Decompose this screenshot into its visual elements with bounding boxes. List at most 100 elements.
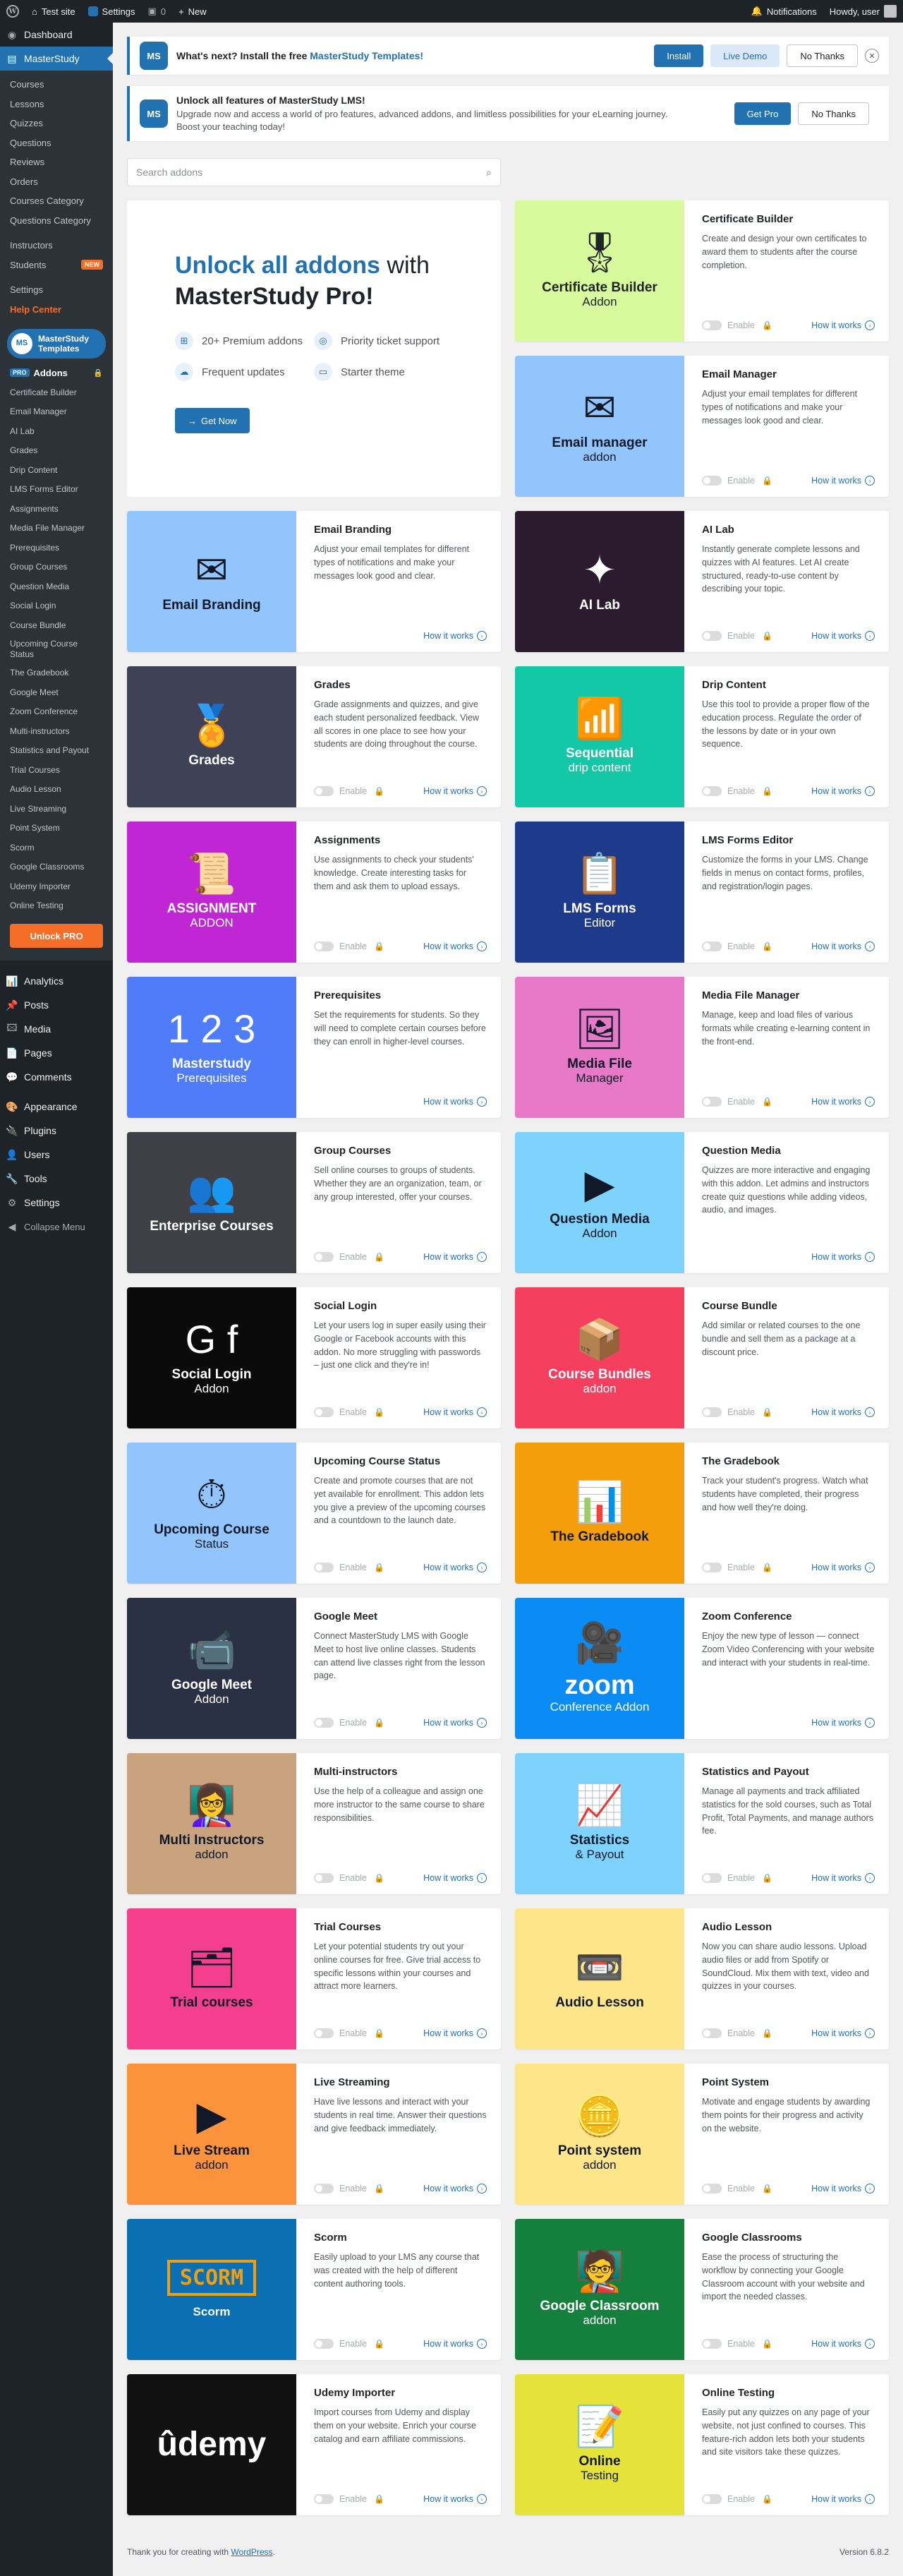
enable-toggle[interactable] (702, 1097, 722, 1107)
how-it-works-link[interactable]: How it works › (811, 941, 875, 951)
enable-toggle[interactable] (314, 1563, 334, 1572)
how-it-works-link[interactable]: How it works › (423, 786, 487, 796)
sidebar-item-orders[interactable]: Orders (0, 172, 113, 192)
how-it-works-link[interactable]: How it works › (811, 320, 875, 330)
sidebar-item-point-system[interactable]: Point System (0, 819, 113, 838)
sidebar-item-online-testing[interactable]: Online Testing (0, 896, 113, 916)
unlock-pro-button[interactable]: Unlock PRO (10, 924, 103, 948)
sidebar-item-statistics-and-payout[interactable]: Statistics and Payout (0, 741, 113, 761)
sidebar-item-email-manager[interactable]: Email Manager (0, 402, 113, 422)
get-pro-button[interactable]: Get Pro (734, 102, 792, 125)
sidebar-item-group-courses[interactable]: Group Courses (0, 558, 113, 577)
comments-link[interactable]: ▣ 0 (142, 0, 173, 23)
wordpress-link[interactable]: WordPress (231, 2547, 272, 2557)
sidebar-item-masterstudy[interactable]: ▤ MasterStudy (0, 47, 113, 71)
how-it-works-link[interactable]: How it works › (811, 631, 875, 641)
settings-link[interactable]: Settings (82, 0, 142, 23)
sidebar-item-prerequisites[interactable]: Prerequisites (0, 538, 113, 558)
sidebar-item-questions-category[interactable]: Questions Category (0, 211, 113, 231)
how-it-works-link[interactable]: How it works › (423, 941, 487, 951)
how-it-works-link[interactable]: How it works › (811, 1718, 875, 1728)
sidebar-item-posts[interactable]: 📌 Posts (0, 993, 113, 1017)
how-it-works-link[interactable]: How it works › (811, 786, 875, 796)
sidebar-item-settings[interactable]: Settings (0, 280, 113, 300)
notifications-link[interactable]: 🔔 Notifications (745, 0, 823, 23)
sidebar-item-questions[interactable]: Questions (0, 133, 113, 153)
collapse-menu-button[interactable]: ◀ Collapse Menu (0, 1215, 113, 1239)
enable-toggle[interactable] (702, 476, 722, 486)
how-it-works-link[interactable]: How it works › (423, 1097, 487, 1107)
how-it-works-link[interactable]: How it works › (423, 2184, 487, 2193)
sidebar-item-pages[interactable]: 📄 Pages (0, 1041, 113, 1065)
templates-link[interactable]: MasterStudy Templates! (310, 50, 423, 61)
sidebar-item-dashboard[interactable]: ◉ Dashboard (0, 23, 113, 47)
how-it-works-link[interactable]: How it works › (811, 1097, 875, 1107)
sidebar-item-appearance[interactable]: 🎨 Appearance (0, 1095, 113, 1119)
how-it-works-link[interactable]: How it works › (811, 1407, 875, 1417)
enable-toggle[interactable] (702, 786, 722, 796)
sidebar-item-media[interactable]: 🖾 Media (0, 1017, 113, 1041)
no-thanks-button[interactable]: No Thanks (787, 44, 858, 67)
enable-toggle[interactable] (314, 2028, 334, 2038)
enable-toggle[interactable] (314, 786, 334, 796)
site-name-link[interactable]: ⌂ Test site (25, 0, 82, 23)
enable-toggle[interactable] (314, 941, 334, 951)
how-it-works-link[interactable]: How it works › (811, 2028, 875, 2038)
how-it-works-link[interactable]: How it works › (811, 2184, 875, 2193)
sidebar-item-help-center[interactable]: Help Center (0, 300, 113, 320)
sidebar-item-google-meet[interactable]: Google Meet (0, 682, 113, 702)
enable-toggle[interactable] (702, 1563, 722, 1572)
new-content-link[interactable]: + New (172, 0, 213, 23)
enable-toggle[interactable] (702, 941, 722, 951)
how-it-works-link[interactable]: How it works › (811, 2494, 875, 2504)
sidebar-item-live-streaming[interactable]: Live Streaming (0, 799, 113, 819)
enable-toggle[interactable] (702, 2184, 722, 2193)
sidebar-item-zoom-conference[interactable]: Zoom Conference (0, 702, 113, 722)
how-it-works-link[interactable]: How it works › (811, 476, 875, 486)
no-thanks-button[interactable]: No Thanks (798, 102, 869, 125)
sidebar-item-users[interactable]: 👤 Users (0, 1143, 113, 1167)
sidebar-item-reviews[interactable]: Reviews (0, 152, 113, 172)
enable-toggle[interactable] (702, 2494, 722, 2504)
sidebar-item-courses-category[interactable]: Courses Category (0, 191, 113, 211)
enable-toggle[interactable] (702, 320, 722, 330)
enable-toggle[interactable] (314, 1407, 334, 1417)
sidebar-item-social-login[interactable]: Social Login (0, 596, 113, 616)
how-it-works-link[interactable]: How it works › (423, 1407, 487, 1417)
get-now-button[interactable]: → Get Now (175, 408, 250, 434)
how-it-works-link[interactable]: How it works › (423, 1718, 487, 1728)
enable-toggle[interactable] (314, 1718, 334, 1728)
sidebar-item-plugins[interactable]: 🔌 Plugins (0, 1119, 113, 1143)
sidebar-item-grades[interactable]: Grades (0, 441, 113, 461)
masterstudy-templates-link[interactable]: MS MasterStudy Templates (7, 329, 106, 359)
sidebar-item-trial-courses[interactable]: Trial Courses (0, 760, 113, 780)
how-it-works-link[interactable]: How it works › (423, 2339, 487, 2349)
sidebar-item-upcoming-course-status[interactable]: Upcoming Course Status (0, 635, 113, 663)
sidebar-item-instructors[interactable]: Instructors (0, 236, 113, 255)
enable-toggle[interactable] (702, 1873, 722, 1883)
how-it-works-link[interactable]: How it works › (423, 1873, 487, 1883)
enable-toggle[interactable] (314, 1252, 334, 1262)
sidebar-item-addons[interactable]: PRO Addons 🔒 (0, 363, 113, 383)
sidebar-item-courses[interactable]: Courses (0, 75, 113, 95)
sidebar-item-students[interactable]: Students NEW (0, 255, 113, 275)
sidebar-item-audio-lesson[interactable]: Audio Lesson (0, 780, 113, 800)
sidebar-item-tools[interactable]: 🔧 Tools (0, 1167, 113, 1191)
enable-toggle[interactable] (314, 2339, 334, 2349)
sidebar-item-multi-instructors[interactable]: Multi-instructors (0, 721, 113, 741)
how-it-works-link[interactable]: How it works › (423, 631, 487, 641)
enable-toggle[interactable] (314, 1873, 334, 1883)
enable-toggle[interactable] (314, 2494, 334, 2504)
sidebar-item-lms-forms-editor[interactable]: LMS Forms Editor (0, 480, 113, 500)
sidebar-item-google-classrooms[interactable]: Google Classrooms (0, 857, 113, 877)
install-button[interactable]: Install (654, 44, 704, 67)
enable-toggle[interactable] (702, 2028, 722, 2038)
enable-toggle[interactable] (702, 631, 722, 641)
how-it-works-link[interactable]: How it works › (423, 2028, 487, 2038)
sidebar-item-scorm[interactable]: Scorm (0, 838, 113, 857)
how-it-works-link[interactable]: How it works › (811, 1873, 875, 1883)
sidebar-item-certificate-builder[interactable]: Certificate Builder (0, 383, 113, 402)
how-it-works-link[interactable]: How it works › (811, 1252, 875, 1262)
sidebar-item-ai-lab[interactable]: AI Lab (0, 421, 113, 441)
how-it-works-link[interactable]: How it works › (423, 2494, 487, 2504)
